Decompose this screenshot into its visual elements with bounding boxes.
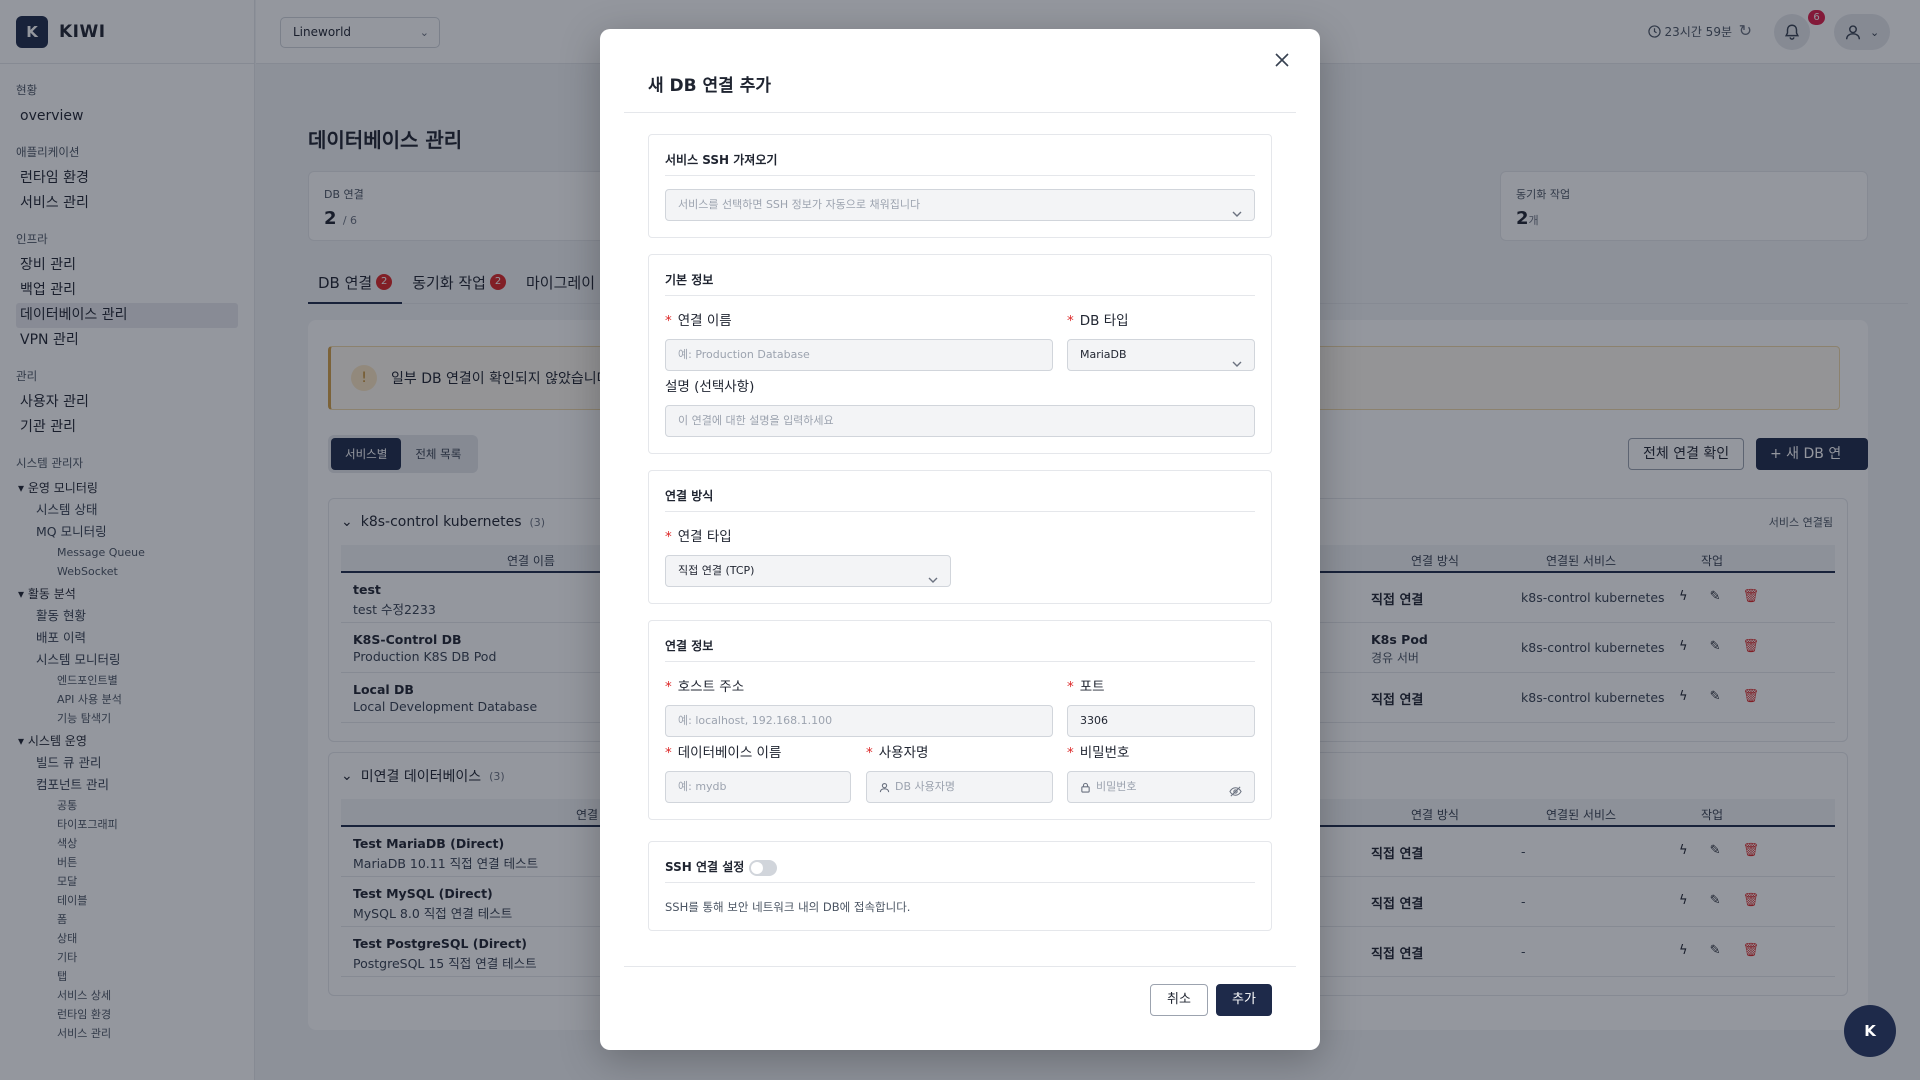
chevron-down-icon — [928, 566, 938, 596]
section-divider — [665, 882, 1255, 883]
basic-info-section: 기본 정보 * 연결 이름 예: Production Database * DB … — [648, 254, 1272, 454]
label-text: 포트 — [1079, 679, 1105, 695]
port-label: * 포트 — [1067, 675, 1105, 695]
connection-info-section: 연결 정보 * 호스트 주소 예: localhost, 192.168.1.10… — [648, 620, 1272, 820]
section-title: SSH 연결 설정 — [665, 860, 745, 874]
ssh-help-text: SSH를 통해 보안 네트워크 내의 DB에 접속합니다. — [665, 900, 911, 914]
section-title: 기본 정보 — [665, 273, 714, 287]
db-type-label: * DB 타입 — [1067, 309, 1129, 329]
database-name-label: * 데이터베이스 이름 — [665, 741, 781, 761]
connection-name-input[interactable]: 예: Production Database — [665, 339, 1053, 371]
section-divider — [665, 175, 1255, 176]
port-input[interactable]: 3306 — [1067, 705, 1255, 737]
label-text: 데이터베이스 이름 — [677, 745, 782, 761]
cancel-button[interactable]: 취소 — [1150, 984, 1208, 1016]
label-text: DB 타입 — [1079, 313, 1129, 329]
required-mark: * — [665, 529, 672, 545]
required-mark: * — [665, 745, 672, 761]
host-label: * 호스트 주소 — [665, 675, 744, 695]
label-text: 비밀번호 — [1079, 745, 1130, 761]
lock-icon — [1081, 782, 1090, 793]
input-placeholder: 비밀번호 — [1096, 780, 1137, 793]
select-value: MariaDB — [1080, 348, 1127, 361]
section-divider — [665, 295, 1255, 296]
ssh-import-section: 서비스 SSH 가져오기 서비스를 선택하면 SSH 정보가 자동으로 채워집니… — [648, 134, 1272, 238]
input-placeholder: 예: Production Database — [678, 348, 810, 361]
input-placeholder: 예: mydb — [678, 780, 727, 793]
ssh-settings-section: SSH 연결 설정 SSH를 통해 보안 네트워크 내의 DB에 접속합니다. — [648, 841, 1272, 931]
label-text: 호스트 주소 — [677, 679, 745, 695]
connection-method-section: 연결 방식 * 연결 타입 직접 연결 (TCP) — [648, 470, 1272, 604]
connection-type-select[interactable]: 직접 연결 (TCP) — [665, 555, 951, 587]
label-text: 연결 이름 — [677, 313, 732, 329]
chevron-down-icon — [1232, 350, 1242, 380]
description-textarea[interactable]: 이 연결에 대한 설명을 입력하세요 — [665, 405, 1255, 437]
modal-header-divider — [624, 112, 1296, 113]
password-input[interactable]: 비밀번호 — [1067, 771, 1255, 803]
label-text: 사용자명 — [878, 745, 929, 761]
toggle-knob — [751, 862, 763, 874]
required-mark: * — [665, 313, 672, 329]
submit-button[interactable]: 추가 — [1216, 984, 1272, 1016]
select-placeholder: 서비스를 선택하면 SSH 정보가 자동으로 채워집니다 — [678, 198, 921, 211]
required-mark: * — [1067, 679, 1074, 695]
section-title: 연결 방식 — [665, 489, 714, 503]
chevron-down-icon — [1232, 200, 1242, 230]
ssh-toggle[interactable] — [749, 860, 777, 876]
required-mark: * — [1067, 745, 1074, 761]
required-mark: * — [665, 679, 672, 695]
close-icon — [1275, 53, 1289, 67]
user-icon — [879, 782, 890, 792]
input-placeholder: DB 사용자명 — [895, 780, 955, 793]
required-mark: * — [1067, 313, 1074, 329]
add-db-connection-modal: 새 DB 연결 추가 서비스 SSH 가져오기 서비스를 선택하면 SSH 정보… — [600, 29, 1320, 1050]
modal-footer-divider — [624, 966, 1296, 967]
description-label: 설명 (선택사항) — [665, 379, 755, 395]
section-divider — [665, 661, 1255, 662]
textarea-placeholder: 이 연결에 대한 설명을 입력하세요 — [678, 414, 834, 427]
host-input[interactable]: 예: localhost, 192.168.1.100 — [665, 705, 1053, 737]
modal-title: 새 DB 연결 추가 — [648, 76, 772, 96]
input-placeholder: 예: localhost, 192.168.1.100 — [678, 714, 833, 727]
section-divider — [665, 511, 1255, 512]
username-label: * 사용자명 — [866, 741, 928, 761]
password-label: * 비밀번호 — [1067, 741, 1129, 761]
input-value: 3306 — [1080, 714, 1108, 727]
close-button[interactable] — [1270, 48, 1294, 72]
connection-name-label: * 연결 이름 — [665, 309, 732, 329]
assistant-fab-button[interactable]: K — [1844, 1005, 1896, 1057]
connection-type-label: * 연결 타입 — [665, 525, 732, 545]
service-ssh-select[interactable]: 서비스를 선택하면 SSH 정보가 자동으로 채워집니다 — [665, 189, 1255, 221]
label-text: 연결 타입 — [677, 529, 732, 545]
section-title: 연결 정보 — [665, 639, 714, 653]
eye-off-icon[interactable] — [1229, 780, 1242, 810]
select-value: 직접 연결 (TCP) — [678, 564, 755, 577]
username-input[interactable]: DB 사용자명 — [866, 771, 1053, 803]
database-name-input[interactable]: 예: mydb — [665, 771, 851, 803]
db-type-select[interactable]: MariaDB — [1067, 339, 1255, 371]
section-title: 서비스 SSH 가져오기 — [665, 153, 778, 167]
required-mark: * — [866, 745, 873, 761]
